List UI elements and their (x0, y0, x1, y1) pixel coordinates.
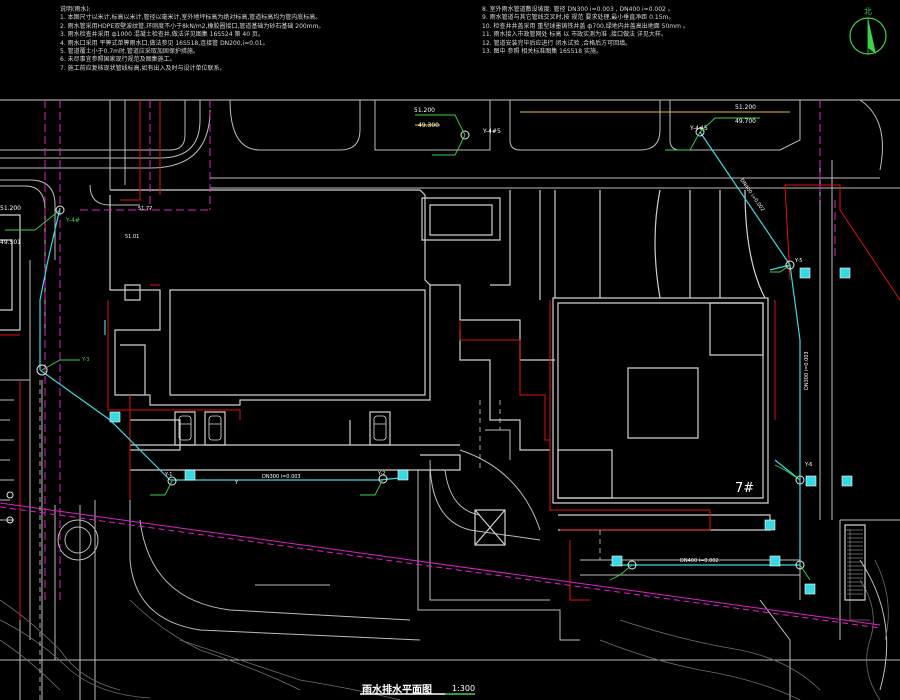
label-well-y6: Y-6 (804, 462, 812, 468)
note-line: 7. 施工前应复核现状管线标高,如有出入及时与设计单位联系。 (60, 64, 226, 72)
note-line: 10. 检查井井盖采用 重型球墨铸铁井盖 ф700,绿地内井盖高出地面 50mm… (482, 22, 689, 30)
label-elev-left: 51.200 (0, 205, 21, 212)
drawing-title: 雨水排水平面图 (362, 685, 432, 696)
label-elev-top1b: 49.300 (418, 122, 439, 129)
drainage-plan-drawing: 51.200 49.501 Y-4# 51.200 49.300 Y-4#5 5… (0, 0, 900, 700)
note-line: 12. 管道安装完毕后应进行 闭水试验 ,合格后方可回填。 (482, 39, 632, 47)
note-line: 13. 图中 参照 相关标准图集 16S518 实施。 (482, 47, 602, 55)
notes-right: 8. 室外雨水管道敷设坡度: 管径 DN300 i=0.003 , DN400 … (482, 6, 827, 56)
label-pipe-mid: DN300 i=0.003 (262, 474, 301, 480)
note-line: 4. 雨水口采用 平箅式单箅雨水口,做法参见 16S518,连接管 DN200,… (60, 39, 269, 47)
note-line: 1. 本图尺寸以米计,标高以米计,管径以毫米计,室外地坪标高为绝对标高,管道标高… (60, 14, 322, 22)
north-label: 北 (864, 7, 872, 16)
label-spot-2: 51.01 (125, 234, 139, 240)
label-elev-top2: 51.200 (735, 104, 756, 111)
label-pipe-right: DN300 i=0.003 (804, 351, 810, 390)
label-well-y5: Y-5 (794, 258, 802, 264)
label-spot-1: 51.77 (138, 206, 152, 212)
label-well-top1: Y-4#5 (482, 128, 501, 135)
label-elev-top2b: 49.700 (735, 118, 756, 125)
label-well-y1: Y-1 (164, 472, 172, 478)
label-well-y3: Y-3 (81, 357, 89, 363)
note-line: 2. 雨水管采用HDPE双壁波纹管,环刚度不小于8kN/m2,橡胶圈接口,管道基… (60, 22, 325, 30)
note-line: 3. 雨水检查井采用 ф1000 混凝土检查井,做法详见图集 16S524 第 … (60, 31, 264, 39)
drawing-scale: 1:300 (452, 684, 476, 693)
notes-left: 说明(雨水): 1. 本图尺寸以米计,标高以米计,管径以毫米计,室外地坪标高为绝… (60, 6, 460, 73)
label-well-left: Y-4# (65, 217, 80, 224)
label-building-no: 7# (735, 481, 754, 496)
label-elev-top1: 51.200 (414, 107, 435, 114)
note-line: 11. 雨水接入市政管网处 标高 以 市政实测为准 ,接口做法 详见大样。 (482, 31, 667, 39)
label-pipe-bottom: DN400 i=0.002 (680, 558, 719, 564)
note-line: 9. 雨水管道与其它管线交叉时,按 规范 要求处理,最小垂直净距 0.15m。 (482, 14, 675, 22)
note-line: 6. 未尽事宜参照国家现行规范及图集施工。 (60, 56, 176, 64)
label-well-y2: Y-2 (377, 471, 385, 477)
label-elev-left-b: 49.501 (0, 239, 21, 246)
label-well-top2: Y-4#5 (689, 125, 708, 132)
